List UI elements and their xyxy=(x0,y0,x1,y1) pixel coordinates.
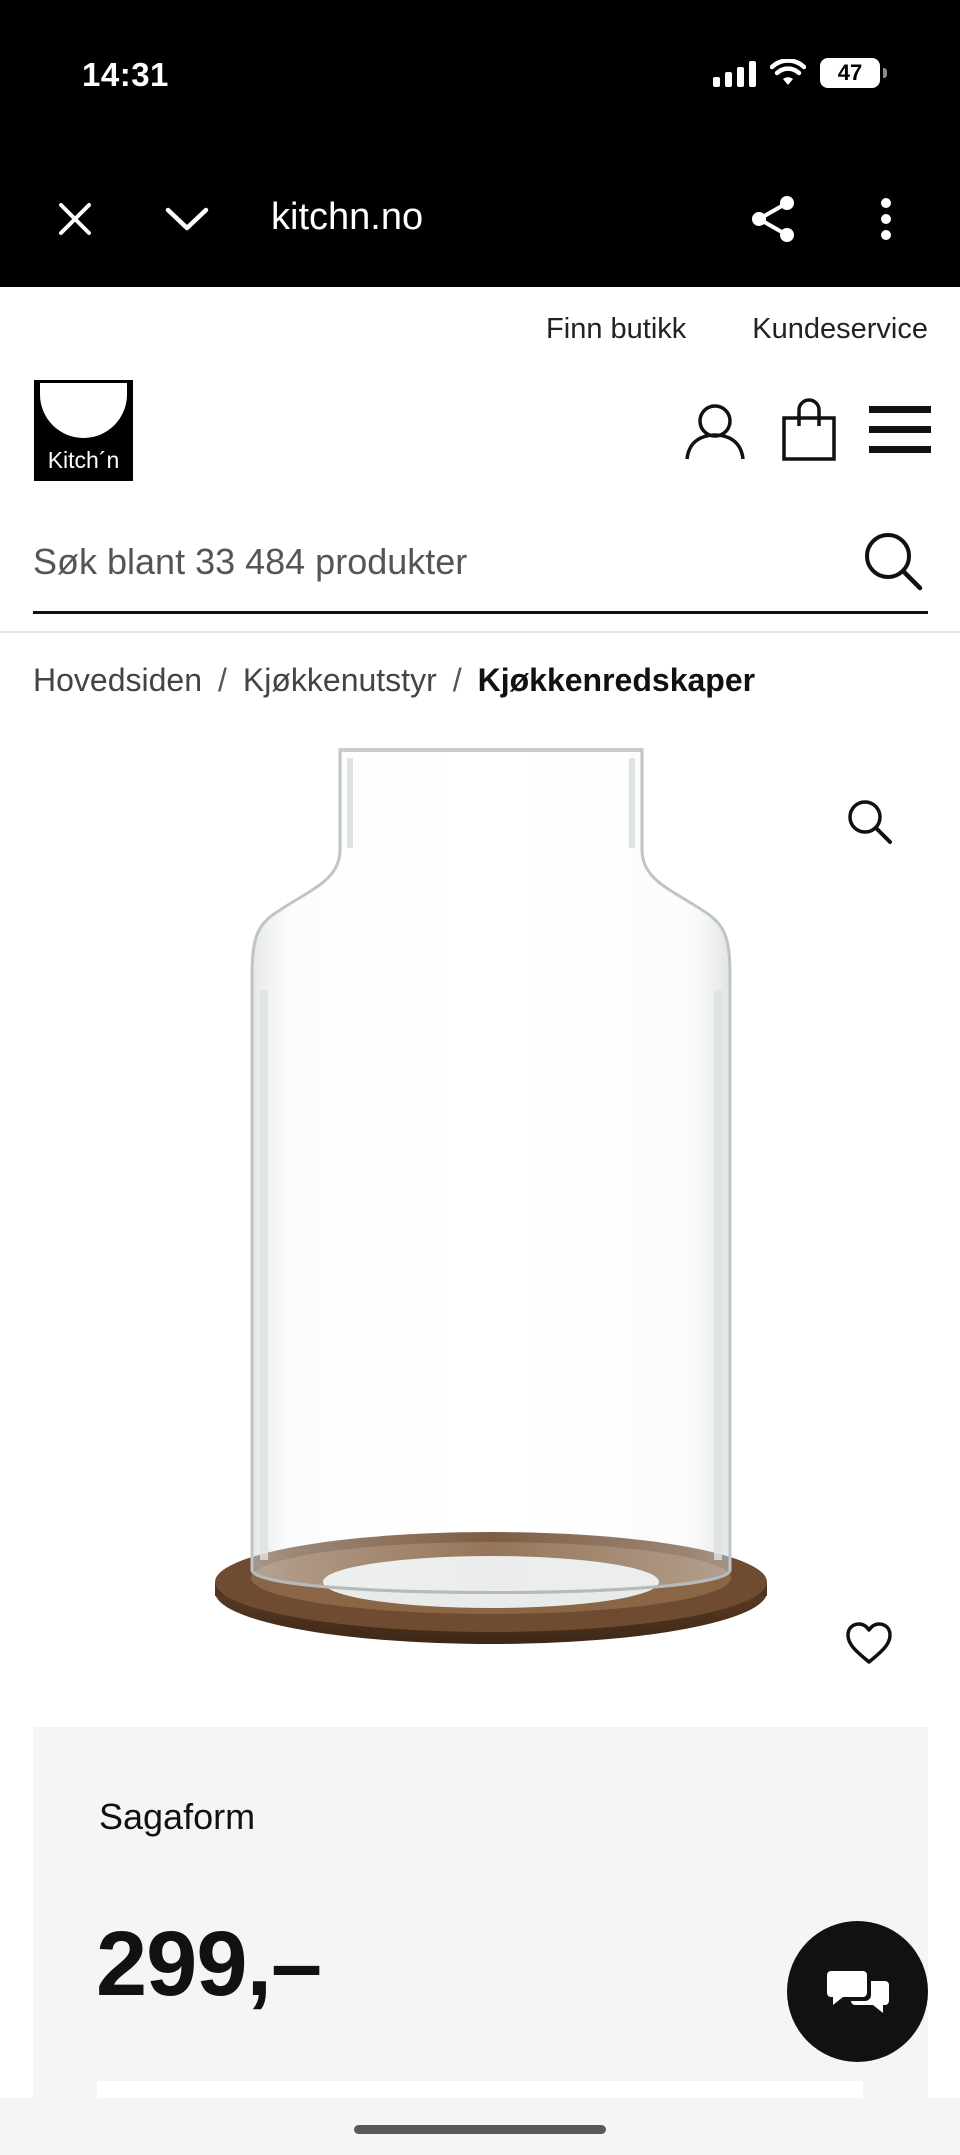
chevron-down-icon xyxy=(165,207,209,231)
search-input[interactable] xyxy=(33,532,853,592)
collapse-button[interactable] xyxy=(152,184,222,254)
product-price: 299,– xyxy=(96,1913,322,2015)
browser-top-bar: 14:31 47 kitchn.no xyxy=(0,0,960,287)
hamburger-menu-icon xyxy=(869,406,931,453)
share-icon xyxy=(752,196,794,242)
signal-icon xyxy=(713,59,756,87)
cart-button[interactable] xyxy=(774,394,844,466)
breadcrumb-home[interactable]: Hovedsiden xyxy=(33,662,202,699)
product-image[interactable] xyxy=(200,740,780,1670)
site-logo[interactable]: Kitch´n xyxy=(34,380,133,481)
url-text[interactable]: kitchn.no xyxy=(271,196,423,239)
breadcrumb-separator: / xyxy=(452,662,462,698)
breadcrumb: Hovedsiden / Kjøkkenutstyr / Kjøkkenreds… xyxy=(33,662,755,699)
close-icon xyxy=(59,203,91,235)
customer-service-link[interactable]: Kundeservice xyxy=(752,313,928,346)
breadcrumb-kitchen-equipment[interactable]: Kjøkkenutstyr xyxy=(243,662,437,699)
more-vertical-icon xyxy=(881,198,891,240)
favorite-button[interactable] xyxy=(838,1612,900,1674)
battery-indicator: 47 xyxy=(820,58,887,88)
account-button[interactable] xyxy=(680,396,750,466)
product-brand[interactable]: Sagaform xyxy=(99,1796,255,1838)
status-icons: 47 xyxy=(713,58,887,88)
breadcrumb-current: Kjøkkenredskaper xyxy=(477,662,756,698)
find-store-link[interactable]: Finn butikk xyxy=(546,313,686,346)
more-options-button[interactable] xyxy=(851,184,921,254)
logo-text: Kitch´n xyxy=(47,447,120,473)
heart-icon xyxy=(846,1622,892,1664)
breadcrumb-separator: / xyxy=(218,662,227,698)
status-time: 14:31 xyxy=(82,56,169,93)
user-icon xyxy=(685,404,745,460)
top-links: Finn butikk Kundeservice xyxy=(546,313,928,346)
zoom-icon xyxy=(848,800,892,844)
search-button[interactable] xyxy=(858,526,928,596)
zoom-button[interactable] xyxy=(838,790,900,852)
shopping-bag-icon xyxy=(782,398,836,461)
share-button[interactable] xyxy=(738,184,808,254)
close-tab-button[interactable] xyxy=(40,184,110,254)
chat-button[interactable] xyxy=(787,1921,928,2062)
header-divider xyxy=(0,631,960,633)
product-info-card: Sagaform 299,– xyxy=(33,1727,928,2155)
menu-button[interactable] xyxy=(866,400,934,460)
chat-icon xyxy=(826,1970,889,2013)
logo-bowl-shape xyxy=(40,383,127,438)
wifi-icon xyxy=(770,59,806,85)
search-bar xyxy=(33,512,928,614)
home-indicator[interactable] xyxy=(354,2125,606,2134)
search-icon xyxy=(865,533,923,591)
